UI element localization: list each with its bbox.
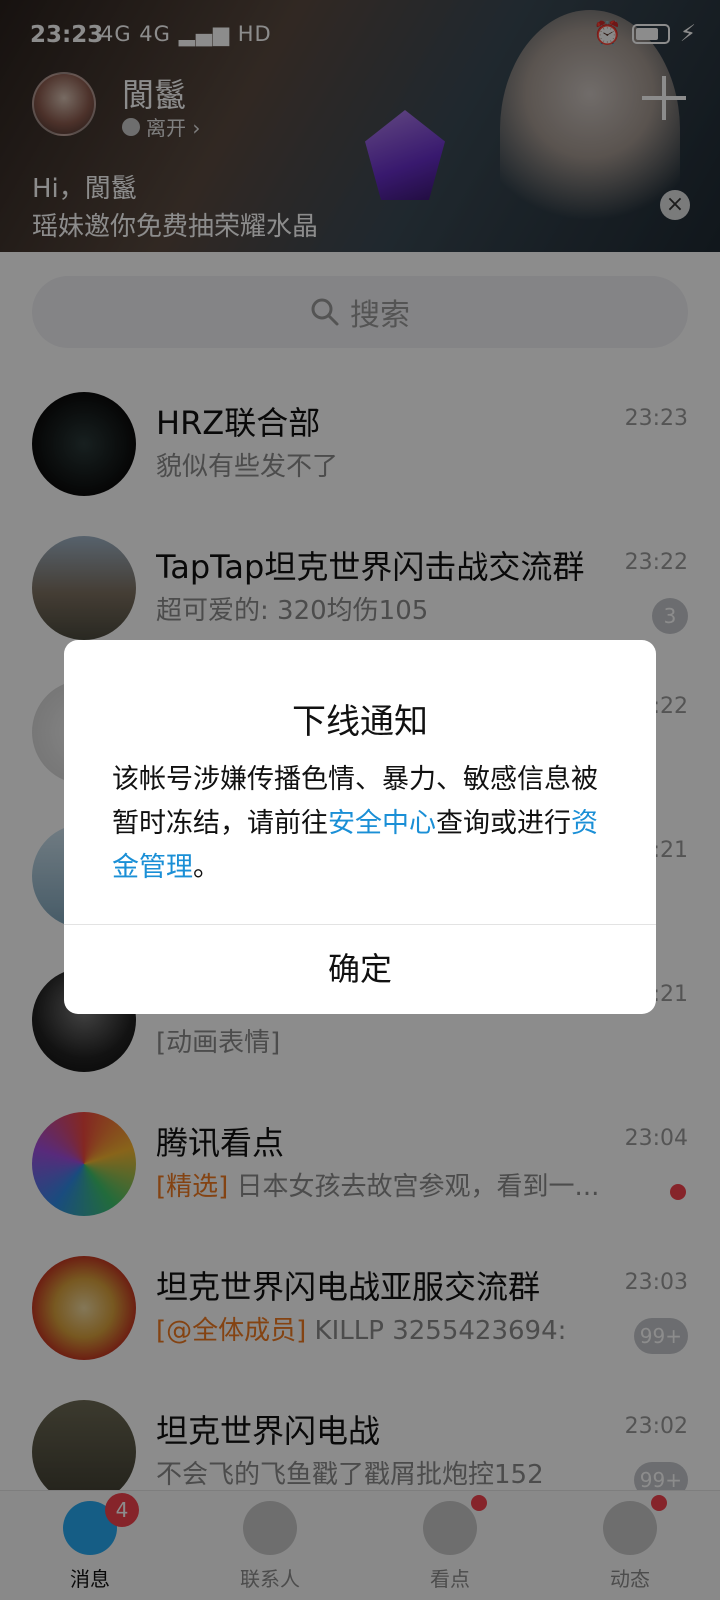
dialog-text: 。 [193,852,220,883]
dialog-title: 下线通知 [292,702,428,742]
offline-notice-dialog: 下线通知 该帐号涉嫌传播色情、暴力、敏感信息被暂时冻结，请前往安全中心查询或进行… [64,640,656,1014]
dialog-message: 该帐号涉嫌传播色情、暴力、敏感信息被暂时冻结，请前往安全中心查询或进行资金管理。 [112,758,612,890]
confirm-button[interactable]: 确定 [64,925,656,1014]
security-center-link[interactable]: 安全中心 [328,808,436,839]
dialog-text: 查询或进行 [436,808,571,839]
